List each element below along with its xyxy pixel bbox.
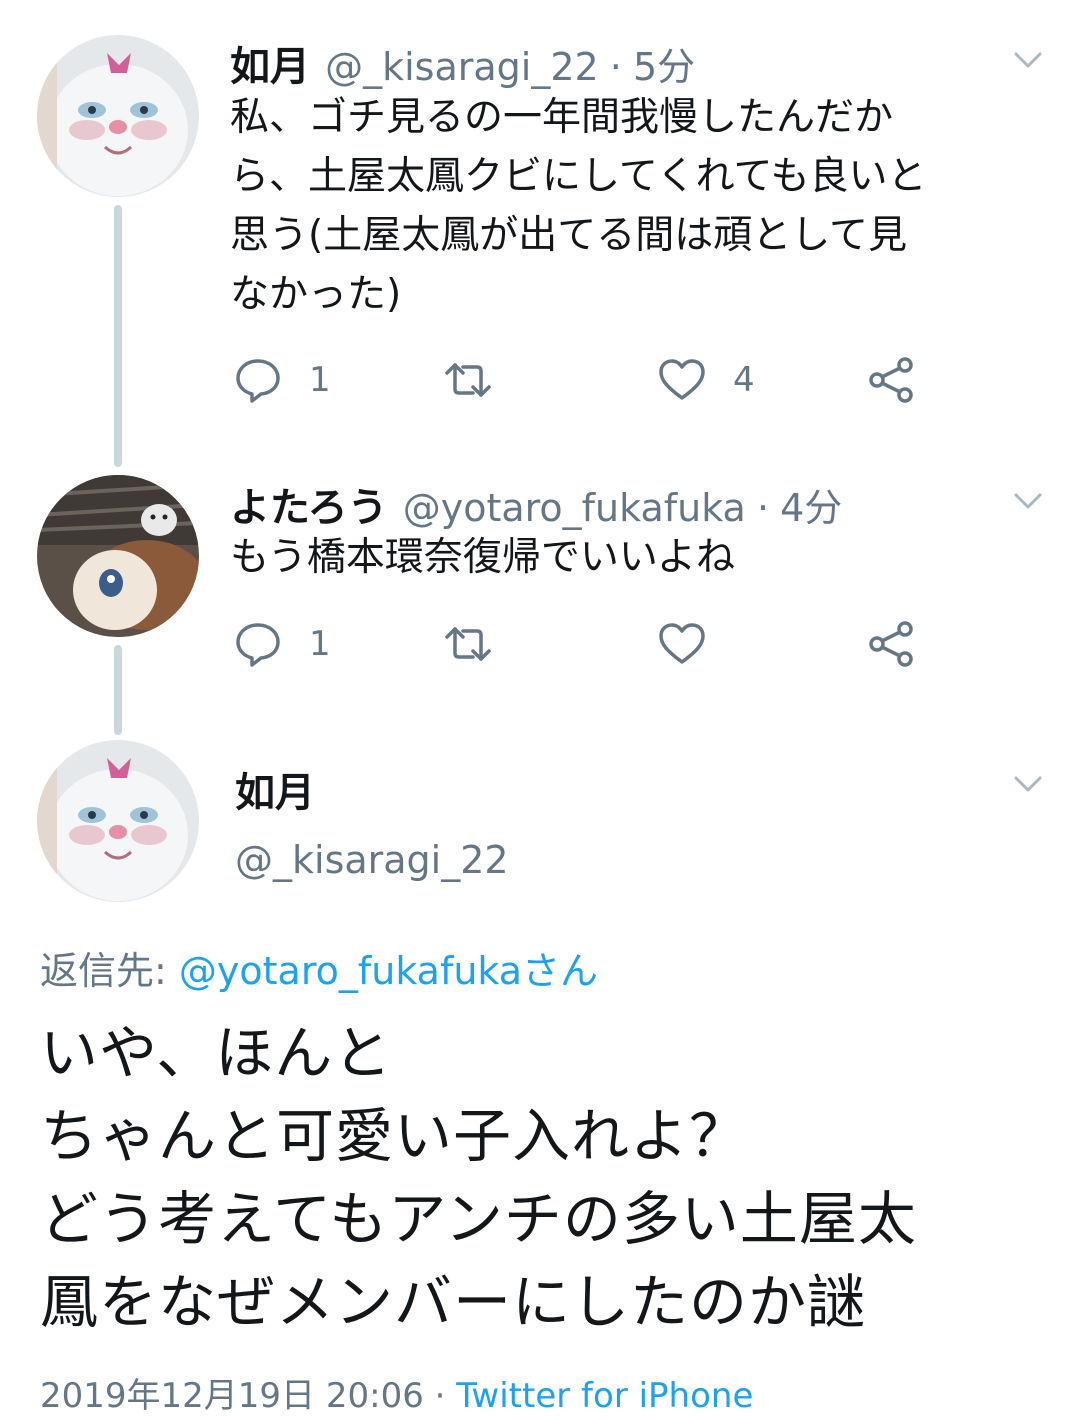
tweet-text: 私、ゴチ見るの一年間我慢したんだか ら、土屋太鳳クビにしてくれても良いと 思う(… (230, 95, 927, 317)
display-name[interactable]: 如月 (235, 760, 315, 818)
tweet-footer: 2019年12月19日 20:06 · Twitter for iPhone (40, 1368, 753, 1417)
like-icon (659, 623, 705, 664)
display-name[interactable]: 如月 (230, 44, 310, 90)
reply-button[interactable]: 1 (233, 355, 331, 405)
timestamp[interactable]: 5分 (633, 45, 695, 89)
retweet-button[interactable] (443, 619, 493, 669)
thread-line (114, 205, 122, 467)
display-name[interactable]: よたろう (230, 485, 388, 531)
share-button[interactable] (867, 619, 917, 669)
reply-button[interactable]: 1 (233, 619, 331, 669)
chevron-down-icon[interactable] (1010, 766, 1046, 802)
share-icon (869, 357, 913, 403)
tweet-header: よたろう @yotaro_fukafuka · 4分 (230, 475, 842, 533)
tweet-source[interactable]: Twitter for iPhone (456, 1376, 753, 1416)
retweet-icon (445, 363, 491, 397)
reply-to-line: 返信先: @yotaro_fukafukaさん (40, 940, 598, 995)
handle[interactable]: @_kisaragi_22 (325, 45, 599, 89)
avatar[interactable] (37, 475, 199, 637)
reply-count: 1 (309, 624, 331, 664)
retweet-icon (445, 627, 491, 661)
reply-to-mention[interactable]: @yotaro_fukafukaさん (179, 949, 598, 993)
tweet-text: もう橋本環奈復帰でいいよね (230, 535, 736, 580)
separator: · (756, 486, 770, 530)
timestamp[interactable]: 4分 (780, 486, 842, 530)
tweet-header: 如月 @_kisaragi_22 · 5分 (230, 34, 695, 92)
chevron-down-icon[interactable] (1010, 42, 1046, 78)
like-button[interactable]: 4 (657, 355, 755, 405)
reply-icon (236, 623, 280, 667)
like-button[interactable] (657, 619, 733, 669)
thread-line (114, 645, 122, 735)
full-timestamp[interactable]: 2019年12月19日 20:06 · (40, 1376, 456, 1416)
chevron-down-icon[interactable] (1010, 483, 1046, 519)
handle[interactable]: @yotaro_fukafuka (403, 486, 746, 530)
separator: · (609, 45, 622, 89)
tweet-text: いや、ほんと ちゃんと可愛い子入れよ？ どう考えてもアンチの多い土屋太 鳳をなぜ… (40, 1019, 917, 1336)
reply-count: 1 (309, 360, 331, 400)
reply-icon (236, 359, 280, 403)
share-icon (869, 621, 913, 667)
like-icon (659, 359, 705, 400)
share-button[interactable] (867, 355, 917, 405)
retweet-button[interactable] (443, 355, 493, 405)
avatar[interactable] (37, 740, 199, 902)
handle[interactable]: @_kisaragi_22 (235, 838, 509, 882)
reply-to-label: 返信先: (40, 949, 167, 993)
avatar[interactable] (37, 35, 199, 197)
like-count: 4 (733, 360, 755, 400)
